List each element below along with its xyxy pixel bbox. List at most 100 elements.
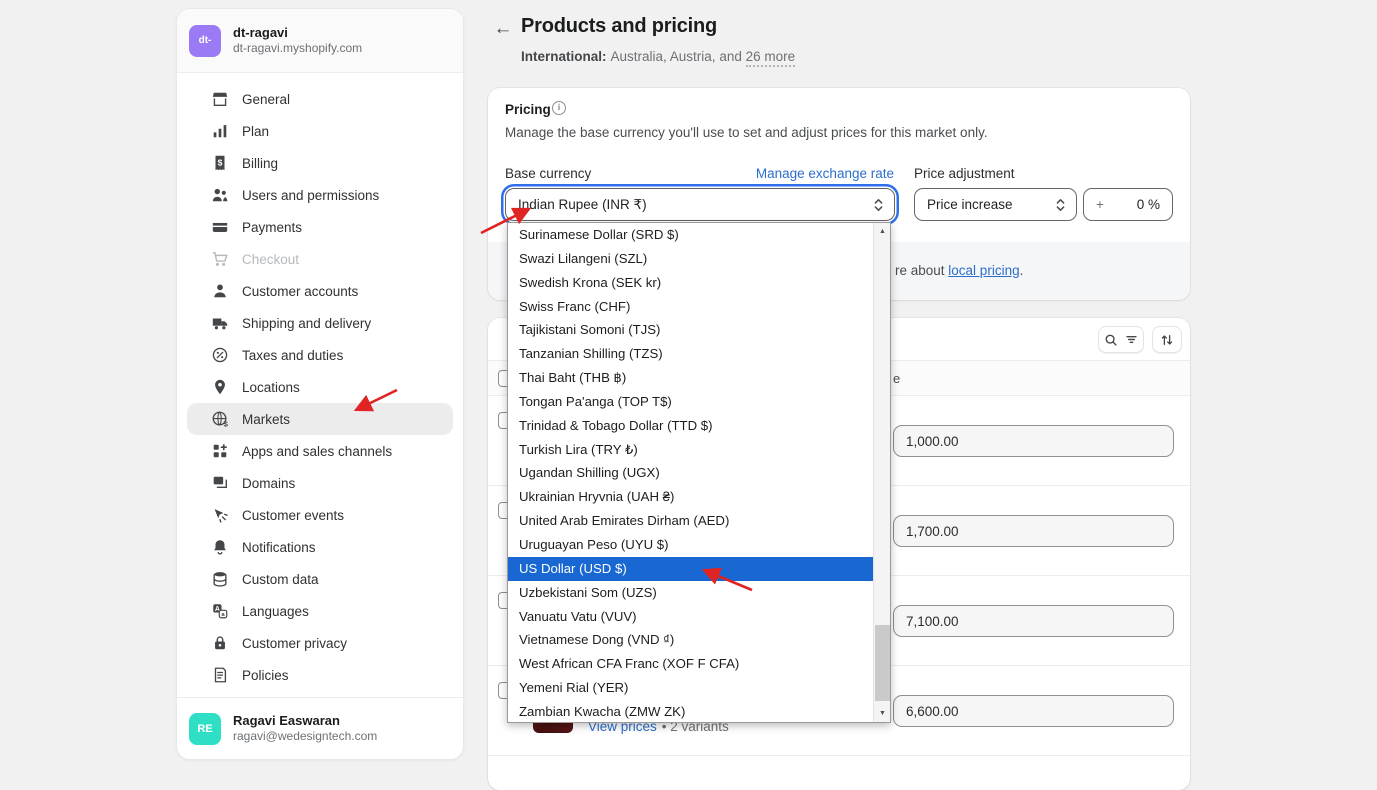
sidebar-item-payments[interactable]: Payments [187, 211, 453, 243]
user-email: ragavi@wedesigntech.com [233, 729, 377, 744]
currency-option[interactable]: Swazi Lilangeni (SZL) [508, 247, 873, 271]
more-countries-link[interactable]: 26 more [746, 49, 796, 67]
sidebar-item-markets[interactable]: Markets [187, 403, 453, 435]
currency-option[interactable]: Zambian Kwacha (ZMW ZK) [508, 700, 873, 724]
cart-icon [211, 250, 229, 268]
database-icon [211, 570, 229, 588]
banner-text: re about local pricing. [895, 263, 1023, 278]
price-adjustment-label: Price adjustment [914, 166, 1015, 181]
price-column-header-fragment: e [893, 371, 900, 386]
sidebar-item-customer-events[interactable]: Customer events [187, 499, 453, 531]
currency-option[interactable]: Tajikistani Somoni (TJS) [508, 318, 873, 342]
users-icon [211, 186, 229, 204]
chevron-up-down-icon [1055, 197, 1066, 213]
sort-button[interactable] [1152, 326, 1182, 353]
sidebar-item-custom-data[interactable]: Custom data [187, 563, 453, 595]
user-account-footer[interactable]: RE Ragavi Easwaran ragavi@wedesigntech.c… [177, 697, 463, 759]
bell-icon [211, 538, 229, 556]
currency-option[interactable]: Trinidad & Tobago Dollar (TTD $) [508, 414, 873, 438]
adjustment-sign: + [1096, 197, 1104, 212]
sidebar-item-billing[interactable]: Billing [187, 147, 453, 179]
sidebar-item-locations[interactable]: Locations [187, 371, 453, 403]
search-filter-button[interactable] [1098, 326, 1144, 353]
scroll-up-icon[interactable]: ▲ [874, 223, 891, 240]
store-header[interactable]: dt- dt-ragavi dt-ragavi.myshopify.com [177, 9, 463, 73]
apps-icon [211, 442, 229, 460]
dropdown-scrollbar[interactable]: ▲ ▼ [873, 223, 890, 722]
chevron-up-down-icon [873, 197, 884, 213]
page-title: Products and pricing [521, 15, 717, 38]
currency-option[interactable]: Yemeni Rial (YER) [508, 676, 873, 700]
currency-option[interactable]: Vanuatu Vatu (VUV) [508, 605, 873, 629]
settings-sidebar: dt- dt-ragavi dt-ragavi.myshopify.com Ge… [176, 8, 464, 760]
currency-option[interactable]: Surinamese Dollar (SRD $) [508, 223, 873, 247]
languages-icon [211, 602, 229, 620]
store-name: dt-ragavi [233, 25, 362, 41]
sort-arrows-icon [1160, 333, 1174, 347]
currency-option[interactable]: Uruguayan Peso (UYU $) [508, 533, 873, 557]
scroll-down-icon[interactable]: ▼ [874, 705, 891, 722]
base-currency-select[interactable]: Indian Rupee (INR ₹) [505, 188, 895, 221]
back-button[interactable]: ← [492, 18, 514, 40]
plan-icon [211, 122, 229, 140]
sidebar-item-shipping-and-delivery[interactable]: Shipping and delivery [187, 307, 453, 339]
price-adjustment-value: Price increase [927, 197, 1055, 212]
policies-icon [211, 666, 229, 684]
sidebar-item-plan[interactable]: Plan [187, 115, 453, 147]
page-subtitle: International: Australia, Austria, and 26… [521, 49, 795, 64]
currency-option[interactable]: Ugandan Shilling (UGX) [508, 461, 873, 485]
price-input[interactable] [893, 695, 1174, 727]
currency-options-list: Surinamese Dollar (SRD $) Swazi Lilangen… [508, 223, 873, 722]
sidebar-item-domains[interactable]: Domains [187, 467, 453, 499]
currency-option-selected[interactable]: US Dollar (USD $) [508, 557, 873, 581]
price-input[interactable] [893, 605, 1174, 637]
currency-option[interactable]: Ukrainian Hryvnia (UAH ₴) [508, 485, 873, 509]
adjustment-percent-input[interactable]: + 0 % [1083, 188, 1173, 221]
currency-option[interactable]: Uzbekistani Som (UZS) [508, 581, 873, 605]
sidebar-item-general[interactable]: General [187, 83, 453, 115]
subtitle-market-name: International: [521, 49, 607, 64]
domains-icon [211, 474, 229, 492]
base-currency-label: Base currency [505, 166, 591, 181]
taxes-icon [211, 346, 229, 364]
price-input[interactable] [893, 515, 1174, 547]
manage-exchange-rate-link[interactable]: Manage exchange rate [756, 166, 894, 181]
subtitle-countries: Australia, Austria, and [611, 49, 742, 64]
sidebar-item-customer-accounts[interactable]: Customer accounts [187, 275, 453, 307]
info-icon[interactable]: i [552, 101, 566, 115]
search-icon [1104, 333, 1118, 347]
local-pricing-link[interactable]: local pricing [948, 263, 1019, 278]
person-icon [211, 282, 229, 300]
currency-option[interactable]: Tanzanian Shilling (TZS) [508, 342, 873, 366]
currency-option[interactable]: Turkish Lira (TRY ₺) [508, 438, 873, 462]
currency-option[interactable]: Thai Baht (THB ฿) [508, 366, 873, 390]
globe-icon [211, 410, 229, 428]
currency-option[interactable]: Tongan Pa'anga (TOP T$) [508, 390, 873, 414]
currency-option[interactable]: West African CFA Franc (XOF F CFA) [508, 652, 873, 676]
currency-option[interactable]: Swedish Krona (SEK kr) [508, 271, 873, 295]
back-arrow-icon: ← [494, 18, 513, 40]
sidebar-item-users-and-permissions[interactable]: Users and permissions [187, 179, 453, 211]
currency-option[interactable]: Swiss Franc (CHF) [508, 295, 873, 319]
sidebar-item-taxes-and-duties[interactable]: Taxes and duties [187, 339, 453, 371]
scrollbar-thumb[interactable] [875, 625, 890, 701]
sidebar-item-languages[interactable]: Languages [187, 595, 453, 627]
filter-icon [1125, 333, 1138, 346]
billing-icon [211, 154, 229, 172]
lock-icon [211, 634, 229, 652]
user-avatar: RE [189, 713, 221, 745]
base-currency-value: Indian Rupee (INR ₹) [518, 197, 873, 213]
currency-dropdown-menu: Surinamese Dollar (SRD $) Swazi Lilangen… [507, 222, 891, 723]
price-adjustment-select[interactable]: Price increase [914, 188, 1077, 221]
currency-option[interactable]: United Arab Emirates Dirham (AED) [508, 509, 873, 533]
events-icon [211, 506, 229, 524]
sidebar-item-policies[interactable]: Policies [187, 659, 453, 691]
truck-icon [211, 314, 229, 332]
price-input[interactable] [893, 425, 1174, 457]
store-icon [211, 90, 229, 108]
sidebar-item-apps-and-sales-channels[interactable]: Apps and sales channels [187, 435, 453, 467]
sidebar-item-customer-privacy[interactable]: Customer privacy [187, 627, 453, 659]
adjustment-percent-value: 0 % [1104, 197, 1160, 212]
sidebar-item-notifications[interactable]: Notifications [187, 531, 453, 563]
currency-option[interactable]: Vietnamese Dong (VND ₫) [508, 628, 873, 652]
